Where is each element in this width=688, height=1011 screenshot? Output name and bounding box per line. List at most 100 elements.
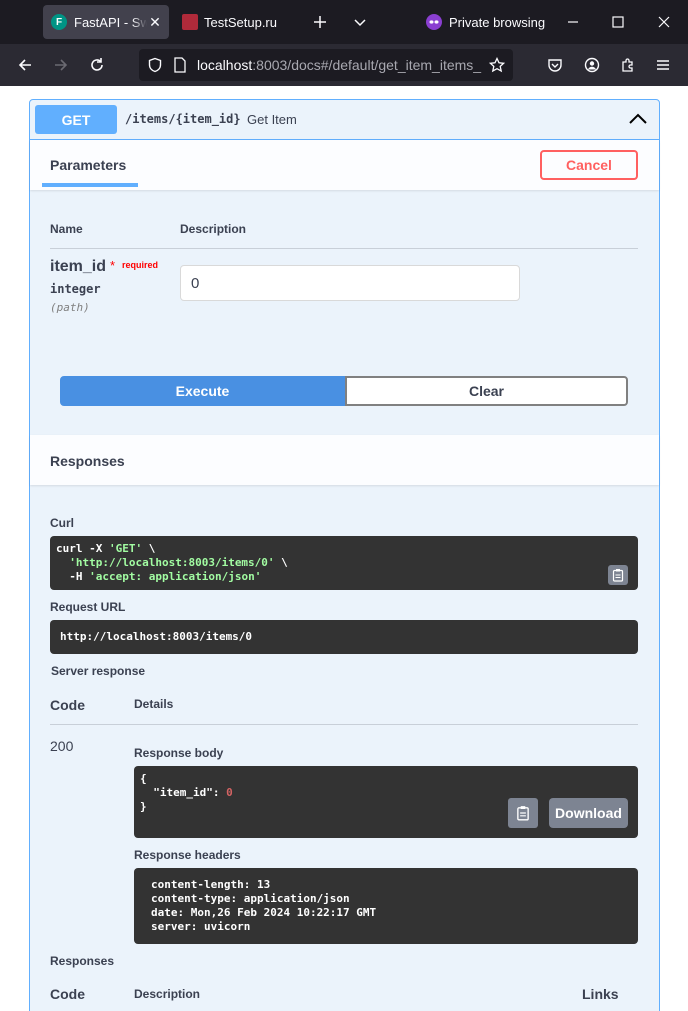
- minimize-icon: [568, 21, 578, 23]
- forward-button[interactable]: [51, 55, 71, 75]
- responses-label: Responses: [50, 954, 115, 968]
- column-description: Description: [180, 222, 247, 236]
- parameters-title: Parameters: [50, 157, 127, 173]
- response-status-code: 200: [50, 738, 74, 754]
- account-icon: [584, 57, 600, 73]
- http-method-badge: GET: [35, 105, 117, 134]
- url-host: localhost: [197, 57, 253, 73]
- private-browsing-indicator: Private browsing: [426, 12, 545, 32]
- download-button[interactable]: Download: [549, 798, 628, 828]
- curl-label: Curl: [50, 516, 74, 530]
- parameter-location: (path): [50, 301, 90, 314]
- json-value: 0: [226, 786, 233, 799]
- execute-button[interactable]: Execute: [60, 376, 345, 406]
- request-url-block[interactable]: http://localhost:8003/items/0: [50, 620, 638, 654]
- operation-summary[interactable]: GET /items/{item_id} Get Item: [30, 100, 659, 140]
- pocket-icon: [548, 59, 562, 72]
- close-window-button[interactable]: [654, 12, 674, 32]
- plus-icon: [314, 16, 326, 28]
- json-close-brace: }: [140, 800, 147, 813]
- operation-block: GET /items/{item_id} Get Item Parameters…: [29, 99, 660, 1011]
- minimize-button[interactable]: [563, 12, 583, 32]
- column-links: Links: [582, 986, 619, 1002]
- chevron-down-icon: [354, 19, 366, 27]
- response-headers-block[interactable]: content-length: 13 content-type: applicat…: [134, 868, 638, 944]
- maximize-icon: [612, 16, 624, 28]
- arrow-right-icon: [55, 59, 68, 71]
- operation-path: /items/{item_id}: [125, 112, 241, 126]
- url-bar[interactable]: localhost:8003/docs#/default/get_item_it…: [139, 49, 513, 81]
- json-colon: :: [212, 786, 227, 799]
- bookmark-star-button[interactable]: [487, 55, 507, 75]
- collapse-button[interactable]: [628, 110, 648, 128]
- divider: [50, 248, 638, 249]
- reload-button[interactable]: [87, 55, 107, 75]
- column-code: Code: [50, 986, 85, 1002]
- request-url-label: Request URL: [50, 600, 126, 614]
- execute-controls: Execute Clear: [60, 376, 628, 406]
- page-content: GET /items/{item_id} Get Item Parameters…: [0, 86, 688, 1011]
- tab-fastapi[interactable]: F FastAPI - Swagger UI ✕: [43, 5, 169, 39]
- header-line: server: uvicorn: [151, 920, 251, 933]
- header-line: content-type: application/json: [151, 892, 350, 905]
- list-tabs-button[interactable]: [350, 12, 370, 32]
- curl-header: 'accept: application/json': [89, 570, 262, 583]
- hamburger-icon: [657, 60, 669, 70]
- puzzle-icon: [622, 58, 633, 72]
- reload-icon: [91, 58, 103, 71]
- copy-curl-button[interactable]: [608, 565, 628, 585]
- responses-header: Responses: [30, 435, 659, 485]
- navigation-bar: localhost:8003/docs#/default/get_item_it…: [0, 44, 688, 86]
- column-name: Name: [50, 222, 83, 236]
- new-tab-button[interactable]: [310, 12, 330, 32]
- private-mask-icon: [426, 14, 442, 30]
- response-body-label: Response body: [134, 746, 224, 760]
- cancel-button[interactable]: Cancel: [540, 150, 638, 180]
- header-line: date: Mon,26 Feb 2024 10:22:17 GMT: [151, 906, 377, 919]
- private-browsing-label: Private browsing: [449, 14, 546, 30]
- testsetup-favicon-icon: [182, 14, 198, 30]
- curl-continuation: \: [274, 556, 288, 569]
- divider: [50, 724, 638, 725]
- server-response-label: Server response: [51, 664, 146, 678]
- column-code: Code: [50, 697, 85, 713]
- menu-button[interactable]: [653, 55, 673, 75]
- close-icon: [658, 16, 670, 28]
- tab-testsetup[interactable]: TestSetup.ru: [174, 5, 304, 39]
- shield-icon[interactable]: [147, 57, 163, 73]
- clear-button[interactable]: Clear: [345, 376, 628, 406]
- responses-title: Responses: [50, 453, 125, 469]
- operation-summary-text: Get Item: [247, 112, 297, 127]
- required-star: *: [110, 258, 116, 273]
- tab-underline: [42, 183, 138, 187]
- item-id-input[interactable]: 0: [180, 265, 520, 301]
- url-path: :8003/docs#/default/get_item_items_: [252, 57, 482, 73]
- parameter-name: item_id: [50, 258, 107, 275]
- fastapi-favicon-icon: F: [51, 14, 67, 30]
- json-open-brace: {: [140, 772, 147, 785]
- curl-url: 'http://localhost:8003/items/0': [69, 556, 275, 569]
- clipboard-icon: [517, 806, 529, 821]
- star-icon: [489, 57, 505, 73]
- extensions-button[interactable]: [618, 55, 638, 75]
- close-tab-icon[interactable]: ✕: [147, 14, 163, 31]
- response-headers-label: Response headers: [134, 848, 241, 862]
- curl-method: 'GET': [108, 542, 143, 555]
- back-button[interactable]: [15, 55, 35, 75]
- curl-flag: -H: [56, 570, 90, 583]
- page-icon[interactable]: [173, 57, 187, 73]
- column-details: Details: [134, 697, 174, 711]
- tab-label: FastAPI - Swagger UI: [74, 14, 147, 30]
- clipboard-icon: [612, 569, 624, 582]
- parameters-header: Parameters Cancel: [30, 140, 659, 190]
- parameter-type: integer: [50, 282, 101, 296]
- curl-continuation: \: [142, 542, 156, 555]
- curl-code-block[interactable]: curl -X 'GET' \ 'http://localhost:8003/i…: [50, 536, 638, 590]
- chevron-up-icon: [629, 113, 647, 124]
- maximize-button[interactable]: [608, 12, 628, 32]
- column-description: Description: [134, 987, 201, 1001]
- account-button[interactable]: [582, 55, 602, 75]
- pocket-button[interactable]: [545, 55, 565, 75]
- tab-strip: F FastAPI - Swagger UI ✕ TestSetup.ru Pr…: [0, 0, 688, 44]
- copy-response-button[interactable]: [508, 798, 538, 828]
